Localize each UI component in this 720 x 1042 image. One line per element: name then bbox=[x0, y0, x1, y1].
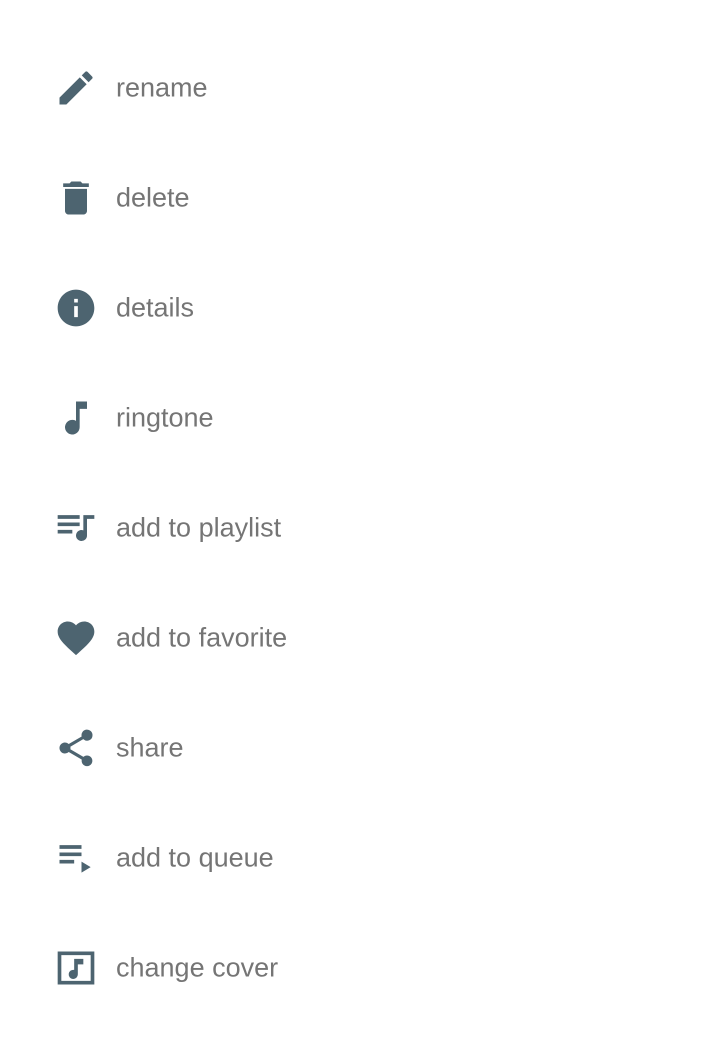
menu-item-delete[interactable]: delete bbox=[0, 143, 720, 253]
menu-item-label: share bbox=[116, 732, 184, 763]
menu-item-label: add to playlist bbox=[116, 512, 282, 543]
context-menu: rename delete details ringtone add to pl… bbox=[0, 33, 720, 1023]
menu-item-label: ringtone bbox=[116, 402, 214, 433]
menu-item-add-to-queue[interactable]: add to queue bbox=[0, 803, 720, 913]
queue-icon bbox=[54, 836, 98, 880]
menu-item-add-to-playlist[interactable]: add to playlist bbox=[0, 473, 720, 583]
menu-item-change-cover[interactable]: change cover bbox=[0, 913, 720, 1023]
menu-item-details[interactable]: details bbox=[0, 253, 720, 363]
menu-item-label: change cover bbox=[116, 952, 279, 983]
info-icon bbox=[54, 286, 98, 330]
heart-icon bbox=[54, 616, 98, 660]
menu-item-share[interactable]: share bbox=[0, 693, 720, 803]
pencil-icon bbox=[54, 66, 98, 110]
menu-item-label: details bbox=[116, 292, 195, 323]
menu-item-label: delete bbox=[116, 182, 190, 213]
share-icon bbox=[54, 726, 98, 770]
cover-music-icon bbox=[54, 946, 98, 990]
menu-item-ringtone[interactable]: ringtone bbox=[0, 363, 720, 473]
music-note-icon bbox=[54, 396, 98, 440]
menu-item-label: add to favorite bbox=[116, 622, 288, 653]
menu-item-label: add to queue bbox=[116, 842, 274, 873]
trash-icon bbox=[54, 176, 98, 220]
menu-item-add-to-favorite[interactable]: add to favorite bbox=[0, 583, 720, 693]
menu-item-label: rename bbox=[116, 72, 208, 103]
playlist-add-icon bbox=[54, 506, 98, 550]
menu-item-rename[interactable]: rename bbox=[0, 33, 720, 143]
